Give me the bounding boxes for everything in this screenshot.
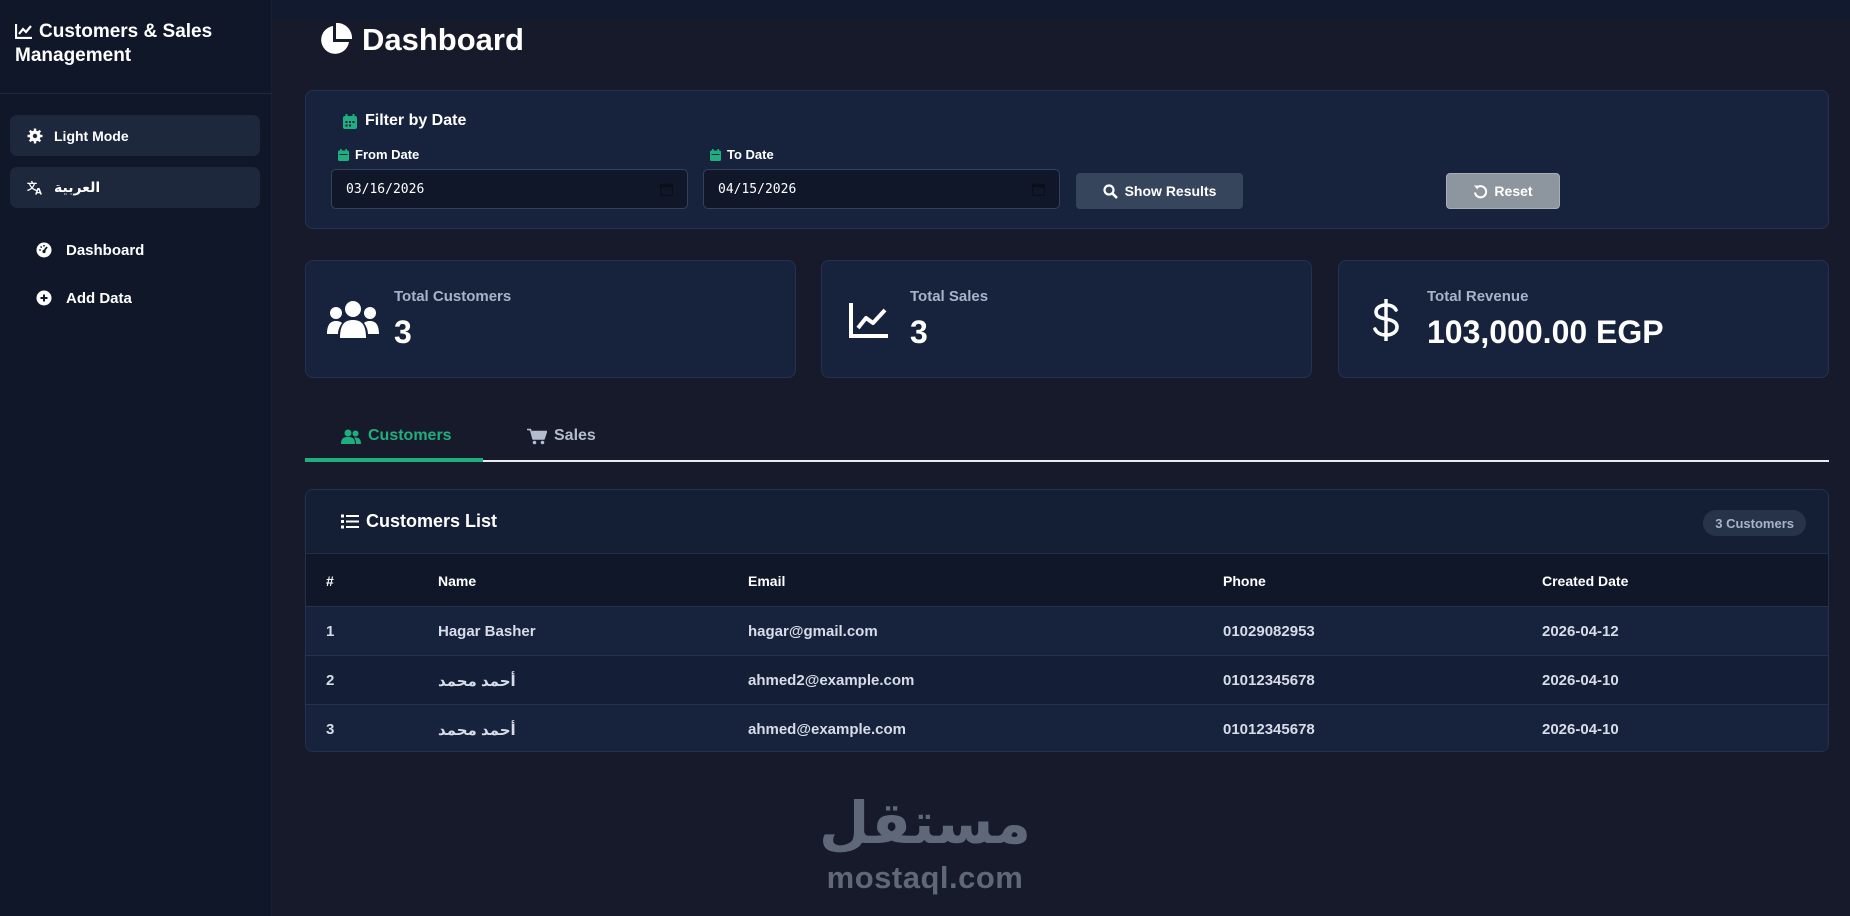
- search-icon: [1102, 183, 1118, 199]
- watermark-logo: مستقل mostaql.com: [805, 788, 1045, 900]
- column-header-name[interactable]: Name: [438, 573, 476, 589]
- cell-created-date: 2026-04-10: [1542, 672, 1619, 689]
- cell-name: أحمد محمد: [438, 722, 516, 739]
- tab-customers[interactable]: Customers: [341, 425, 452, 447]
- cell-email: ahmed2@example.com: [748, 672, 915, 689]
- count-badge: 3 Customers: [1703, 510, 1806, 536]
- tab-label: Customers: [368, 427, 452, 444]
- users-icon: [326, 297, 380, 343]
- cell-index: 2: [326, 672, 335, 689]
- chart-line-icon: [14, 24, 32, 40]
- table-row[interactable]: 3 أحمد محمد ahmed@example.com 0101234567…: [306, 704, 1828, 751]
- sidebar-item-label: Dashboard: [66, 241, 145, 259]
- calendar-picker-icon[interactable]: [1031, 183, 1046, 200]
- translate-icon: 文A: [26, 179, 44, 197]
- page-title: Dashboard: [318, 22, 524, 58]
- sidebar-item-label: Add Data: [66, 289, 132, 307]
- app-brand: Customers & Sales Management: [14, 20, 265, 68]
- reset-label: Reset: [1494, 183, 1533, 199]
- watermark-arabic: مستقل: [818, 789, 1032, 857]
- cell-email: ahmed@example.com: [748, 721, 907, 738]
- table-row[interactable]: 2 أحمد محمد ahmed2@example.com 010123456…: [306, 655, 1828, 704]
- cell-index: 3: [326, 721, 335, 738]
- light-mode-label: Light Mode: [54, 127, 129, 144]
- to-date-label: To Date: [710, 147, 774, 162]
- dollar-icon: [1359, 297, 1413, 343]
- tab-sales[interactable]: Sales: [527, 425, 596, 447]
- sidebar-item-add-data[interactable]: Add Data: [36, 286, 132, 310]
- stat-label: Total Sales: [910, 288, 989, 305]
- chart-pie-icon: [321, 23, 352, 54]
- light-mode-button[interactable]: Light Mode: [10, 115, 260, 156]
- cart-icon: [527, 428, 547, 444]
- cell-phone: 01029082953: [1223, 623, 1315, 640]
- users-icon: [341, 429, 361, 444]
- calendar-icon: [338, 148, 349, 161]
- stat-label: Total Customers: [394, 288, 512, 305]
- stat-value: 103,000.00 EGP: [1427, 314, 1664, 350]
- cell-phone: 01012345678: [1223, 672, 1315, 689]
- column-header-phone[interactable]: Phone: [1223, 573, 1266, 589]
- customers-list-title: Customers List: [341, 511, 497, 532]
- stat-label: Total Revenue: [1427, 288, 1529, 305]
- cell-created-date: 2026-04-12: [1542, 623, 1619, 640]
- stat-value: 3: [394, 314, 412, 350]
- filter-title: Filter by Date: [343, 112, 466, 130]
- to-date-label-text: To Date: [727, 147, 774, 162]
- show-results-button[interactable]: Show Results: [1076, 173, 1243, 209]
- stat-card-revenue: Total Revenue 103,000.00 EGP: [1338, 260, 1829, 378]
- language-label: العربية: [54, 179, 101, 195]
- page-title-text: Dashboard: [362, 22, 524, 57]
- table-header: # Name Email Phone Created Date: [306, 554, 1828, 606]
- stat-card-sales: Total Sales 3: [821, 260, 1312, 378]
- cell-created-date: 2026-04-10: [1542, 721, 1619, 738]
- tab-bar: Customers Sales: [305, 415, 1829, 464]
- table-row[interactable]: 1 Hagar Basher hagar@gmail.com 010290829…: [306, 606, 1828, 655]
- undo-icon: [1474, 184, 1488, 198]
- svg-text:A: A: [35, 188, 42, 196]
- to-date-input[interactable]: 04/15/2026: [703, 169, 1060, 209]
- stat-card-customers: Total Customers 3: [305, 260, 796, 378]
- cell-index: 1: [326, 623, 335, 640]
- customers-list-header: Customers List 3 Customers: [306, 490, 1828, 554]
- plus-circle-icon: [36, 290, 52, 306]
- sidebar-item-dashboard[interactable]: Dashboard: [36, 238, 144, 262]
- tab-label: Sales: [554, 427, 596, 444]
- from-date-label: From Date: [338, 147, 419, 162]
- list-icon: [341, 514, 359, 529]
- cell-name: أحمد محمد: [438, 673, 516, 690]
- from-date-value: 03/16/2026: [346, 181, 425, 197]
- language-button[interactable]: 文A العربية: [10, 167, 260, 208]
- from-date-label-text: From Date: [355, 147, 420, 162]
- calendar-icon: [343, 113, 357, 129]
- column-header-created-date[interactable]: Created Date: [1542, 573, 1628, 589]
- column-header-index[interactable]: #: [326, 573, 334, 589]
- gear-icon: [26, 127, 44, 145]
- chart-line-icon: [842, 297, 896, 343]
- sidebar: Customers & Sales Management Light Mode …: [0, 0, 272, 916]
- active-tab-indicator: [305, 458, 483, 462]
- watermark-latin: mostaql.com: [826, 860, 1024, 895]
- sidebar-divider: [0, 93, 272, 94]
- from-date-input[interactable]: 03/16/2026: [331, 169, 688, 209]
- stat-value: 3: [910, 314, 928, 350]
- cell-email: hagar@gmail.com: [748, 623, 878, 640]
- to-date-value: 04/15/2026: [718, 181, 797, 197]
- calendar-picker-icon[interactable]: [659, 183, 674, 200]
- customers-list-title-text: Customers List: [366, 511, 498, 531]
- reset-button[interactable]: Reset: [1446, 173, 1560, 209]
- column-header-email[interactable]: Email: [748, 573, 785, 589]
- customers-list-card: Customers List 3 Customers # Name Email …: [305, 489, 1829, 752]
- tab-bar-line: [305, 460, 1829, 462]
- cell-phone: 01012345678: [1223, 721, 1315, 738]
- calendar-icon: [710, 148, 721, 161]
- filter-card: Filter by Date From Date 03/16/2026 To D…: [305, 90, 1829, 229]
- gauge-icon: [36, 242, 52, 258]
- app-title: Customers & Sales Management: [15, 21, 213, 66]
- filter-title-text: Filter by Date: [365, 112, 467, 129]
- cell-name: Hagar Basher: [438, 623, 536, 640]
- show-results-label: Show Results: [1124, 183, 1217, 199]
